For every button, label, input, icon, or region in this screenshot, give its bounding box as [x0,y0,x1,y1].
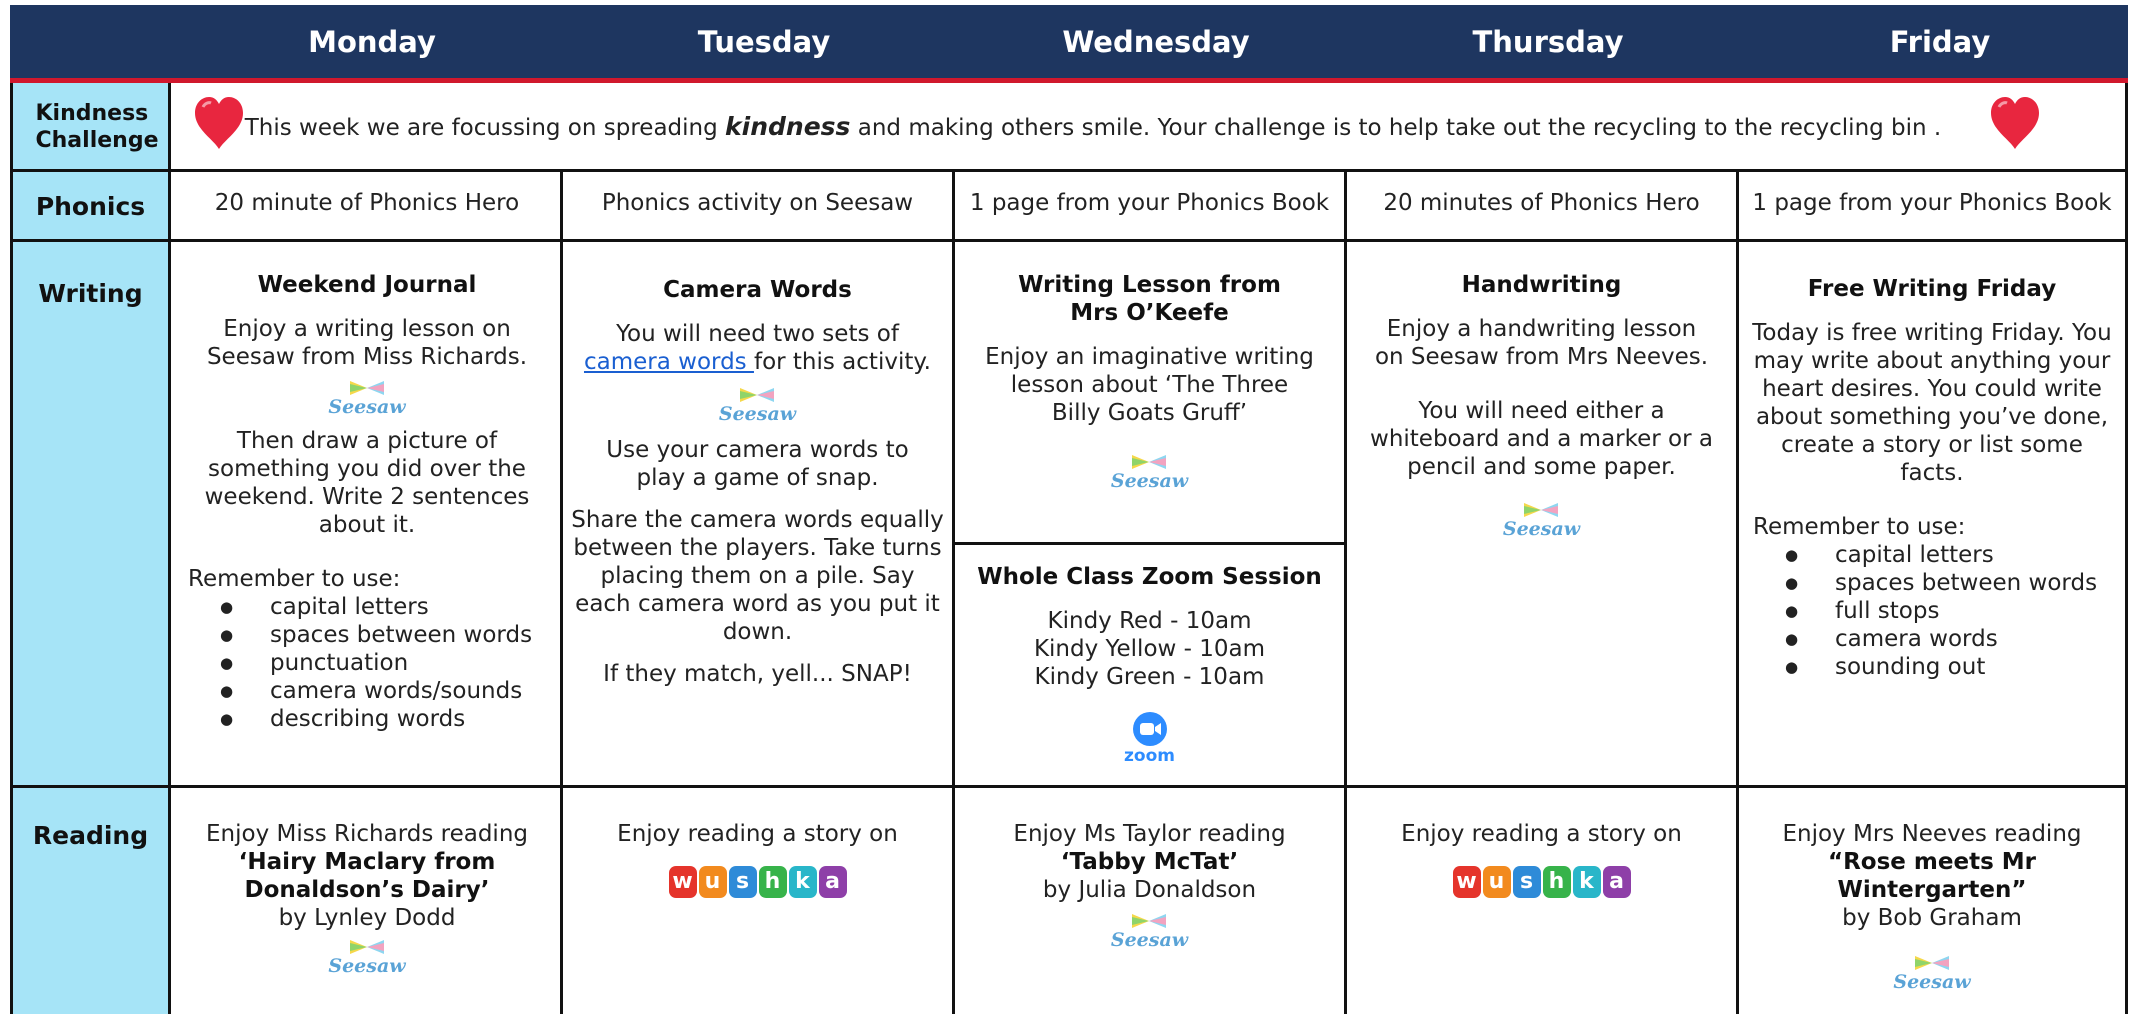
divider [13,169,2125,172]
book-title: ‘Tabby McTat’ [1060,849,1239,875]
list-item: camera words [1785,625,2125,653]
zoom-session: Whole Class Zoom Session Kindy Red - 10a… [955,563,1344,765]
remember-list: capital letters spaces between words ful… [1785,541,2125,681]
heart-icon [1989,95,2041,155]
remember-list: capital letters spaces between words pun… [220,593,560,733]
reading-friday: Enjoy Mrs Neeves reading “Rose meets Mr … [1782,821,2082,993]
day-friday: Friday [1889,24,1991,59]
seesaw-logo: Seesaw [1503,501,1580,539]
writing-body: Then draw a picture of something you did… [204,428,530,538]
seesaw-logo: Seesaw [1111,912,1188,950]
list-item: camera words/sounds [220,677,560,705]
kindness-challenge-text: This week we are focussing on spreading … [244,112,1942,142]
zoom-session-title: Whole Class Zoom Session [977,564,1322,590]
writing-wednesday: Writing Lesson from Mrs O’Keefe Enjoy an… [985,272,1314,492]
zoom-icon [1132,712,1167,746]
book-title: “Rose meets Mr Wintergarten” [1827,849,2036,903]
phonics-tuesday: Phonics activity on Seesaw [601,190,914,216]
row-label-kindness: Kindness Challenge [13,83,171,171]
day-tuesday: Tuesday [697,24,831,59]
weekday-header: Monday Tuesday Wednesday Thursday Friday [10,5,2128,83]
seesaw-logo: Seesaw [328,379,406,417]
row-label-reading: Reading [13,787,171,1014]
reading-wednesday: Enjoy Ms Taylor reading ‘Tabby McTat’ by… [1013,821,1286,951]
list-item: sounding out [1785,653,2125,681]
remember-label: Remember to use: [188,566,401,592]
writing-friday: Free Writing Friday Today is free writin… [1739,275,2125,681]
writing-intro: Enjoy a writing lesson on Seesaw from Mi… [206,316,528,370]
reading-monday: Enjoy Miss Richards reading ‘Hairy Macla… [206,821,528,977]
writing-title: Weekend Journal [257,272,477,298]
list-item: punctuation [220,649,560,677]
day-wednesday: Wednesday [1062,24,1250,59]
kindness-emphasis: kindness [725,112,851,141]
writing-title: Camera Words [663,277,852,303]
list-item: spaces between words [220,621,560,649]
reading-thursday: Enjoy reading a story on w u s h k a [1347,820,1736,898]
phonics-wednesday: 1 page from your Phonics Book [969,190,1330,216]
day-monday: Monday [308,24,436,59]
zoom-logo: zoom [1124,711,1175,765]
writing-thursday: Handwriting Enjoy a handwriting lesson o… [1370,272,1713,540]
list-item: capital letters [220,593,560,621]
list-item: spaces between words [1785,569,2125,597]
writing-monday: Weekend Journal Enjoy a writing lesson o… [174,271,560,733]
seesaw-logo: Seesaw [328,938,406,976]
wushka-logo: w u s h k a [1452,866,1631,898]
row-label-phonics: Phonics [13,171,171,241]
row-label-writing: Writing [13,241,171,787]
writing-tuesday: Camera Words You will need two sets of c… [571,277,944,687]
wushka-logo: w u s h k a [668,866,847,898]
timetable-grid: Kindness Challenge Phonics Writing Readi… [10,83,2128,1014]
reading-tuesday: Enjoy reading a story on w u s h k a [563,820,952,898]
list-item: capital letters [1785,541,2125,569]
phonics-friday: 1 page from your Phonics Book [1752,190,2112,216]
day-thursday: Thursday [1472,24,1624,59]
seesaw-logo: Seesaw [1111,453,1188,491]
list-item: full stops [1785,597,2125,625]
seesaw-logo: Seesaw [1893,954,1971,992]
seesaw-logo: Seesaw [719,386,796,424]
phonics-thursday: 20 minutes of Phonics Hero [1383,190,1700,216]
divider [13,239,2125,242]
divider [13,785,2125,788]
phonics-monday: 20 minute of Phonics Hero [214,190,520,216]
camera-words-link[interactable]: camera words [584,349,754,375]
book-title: ‘Hairy Maclary from Donaldson’s Dairy’ [238,849,496,903]
list-item: describing words [220,705,560,733]
divider [955,542,1347,545]
